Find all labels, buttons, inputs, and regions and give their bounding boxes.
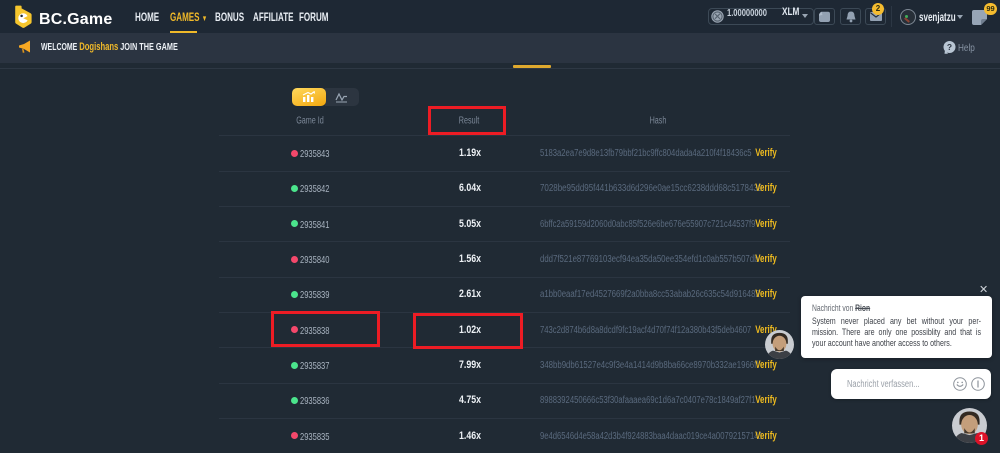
svg-text:?: ? xyxy=(947,42,952,52)
